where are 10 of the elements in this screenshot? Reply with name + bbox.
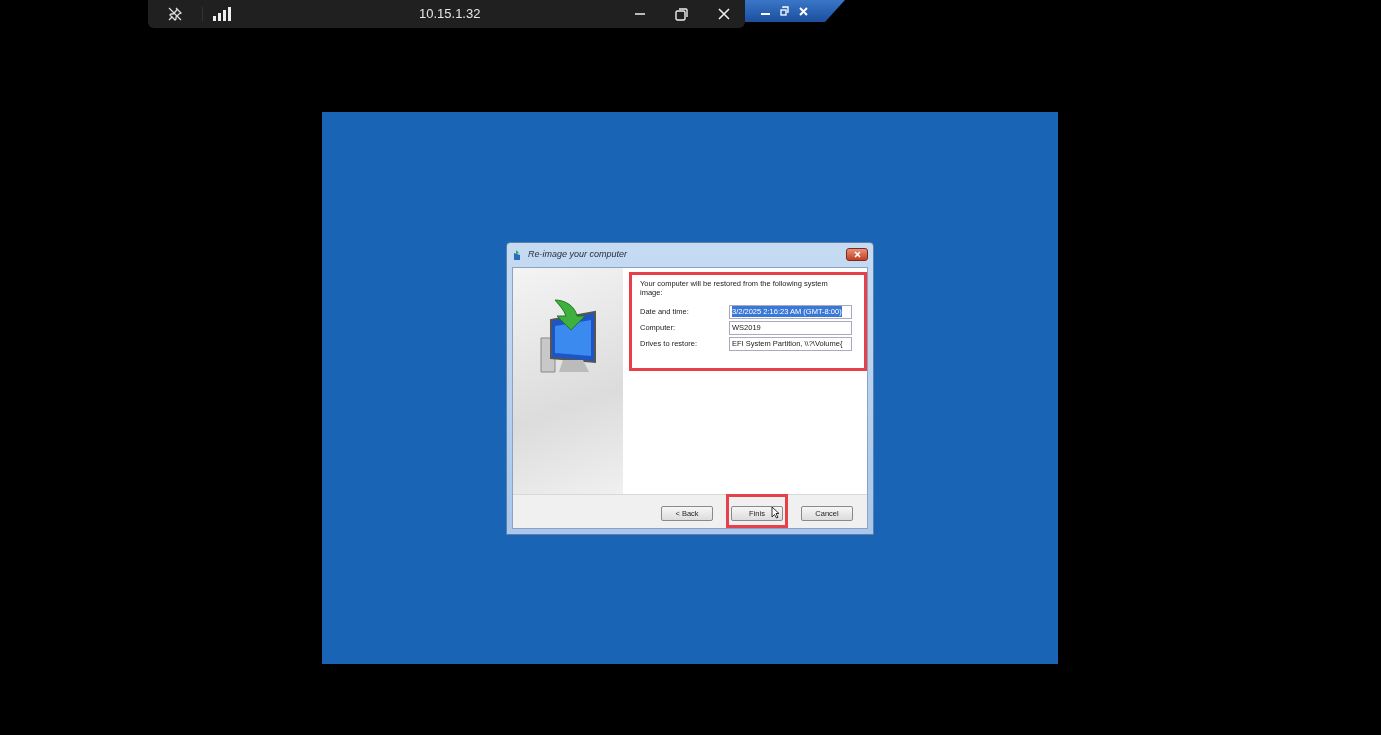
close-button[interactable]: [846, 248, 868, 261]
mouse-cursor-icon: [771, 506, 780, 519]
restore-icon[interactable]: [675, 7, 689, 21]
restore-icon[interactable]: [780, 6, 789, 16]
close-icon: [853, 251, 861, 258]
signal-icon[interactable]: [212, 7, 233, 21]
dialog-title: Re-image your computer: [528, 247, 628, 261]
close-icon[interactable]: [718, 8, 731, 20]
connection-title: 10.15.1.32: [419, 5, 481, 24]
unpin-icon[interactable]: [167, 6, 183, 22]
